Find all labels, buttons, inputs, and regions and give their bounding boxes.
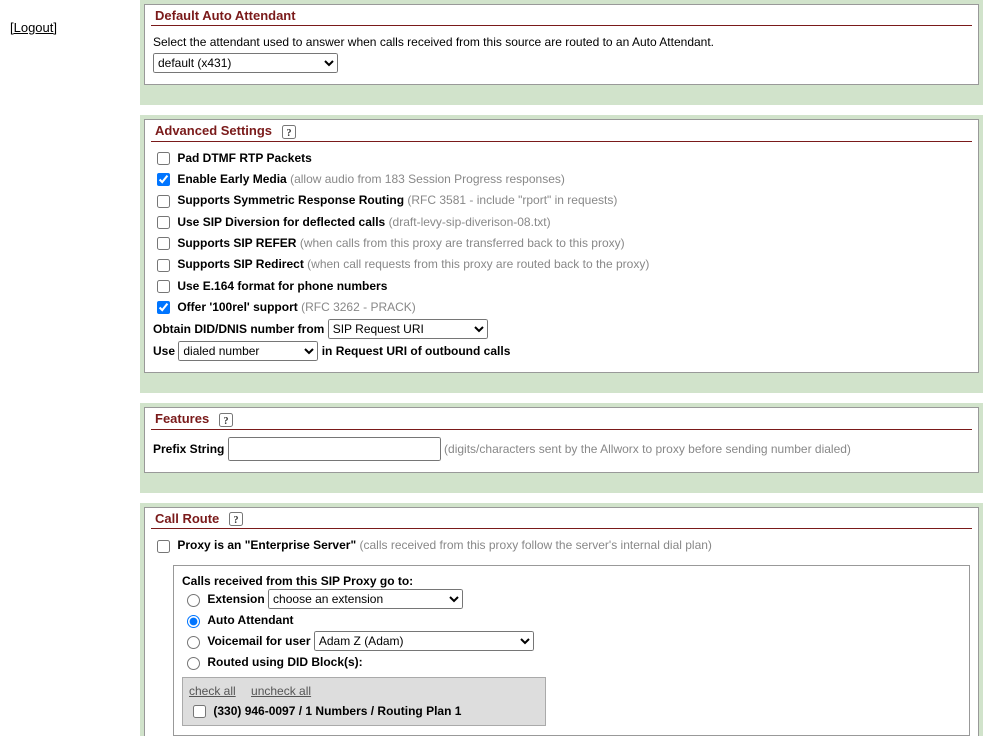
route-ext-radio[interactable] <box>187 594 200 607</box>
enterprise-checkbox[interactable] <box>157 540 170 553</box>
svg-text:?: ? <box>233 515 238 526</box>
svg-text:?: ? <box>223 416 228 427</box>
sym-resp-label: Supports Symmetric Response Routing <box>177 193 404 207</box>
did-item-checkbox[interactable] <box>193 705 206 718</box>
sym-resp-checkbox[interactable] <box>157 195 170 208</box>
advanced-header: Advanced Settings ? <box>151 120 972 142</box>
route-aa-label: Auto Attendant <box>207 613 293 627</box>
route-aa-radio[interactable] <box>187 615 200 628</box>
prefix-string-label: Prefix String <box>153 442 224 456</box>
sip-redirect-label: Supports SIP Redirect <box>177 257 303 271</box>
sip-refer-label: Supports SIP REFER <box>177 236 296 250</box>
use-dialed-prefix: Use <box>153 344 175 358</box>
route-did-label: Routed using DID Block(s): <box>207 655 362 669</box>
route-vm-select[interactable]: Adam Z (Adam) <box>314 631 534 651</box>
prefix-string-hint: (digits/characters sent by the Allworx t… <box>444 442 851 456</box>
early-media-hint: (allow audio from 183 Session Progress r… <box>290 172 565 186</box>
sip-refer-checkbox[interactable] <box>157 237 170 250</box>
help-icon[interactable]: ? <box>219 413 233 427</box>
sip-diversion-label: Use SIP Diversion for deflected calls <box>177 215 385 229</box>
prefix-string-input[interactable] <box>228 437 441 461</box>
default-aa-desc: Select the attendant used to answer when… <box>145 32 978 52</box>
calls-go-to-header: Calls received from this SIP Proxy go to… <box>182 574 961 588</box>
help-icon[interactable]: ? <box>282 125 296 139</box>
early-media-checkbox[interactable] <box>157 173 170 186</box>
pad-dtmf-label: Pad DTMF RTP Packets <box>177 151 311 165</box>
features-header: Features ? <box>151 408 972 430</box>
call-route-header: Call Route ? <box>151 508 972 530</box>
e164-label: Use E.164 format for phone numbers <box>177 279 387 293</box>
route-vm-radio[interactable] <box>187 636 200 649</box>
rel100-hint: (RFC 3262 - PRACK) <box>301 300 416 314</box>
help-icon[interactable]: ? <box>229 512 243 526</box>
did-item-label: (330) 946-0097 / 1 Numbers / Routing Pla… <box>213 704 461 718</box>
obtain-did-label: Obtain DID/DNIS number from <box>153 322 324 336</box>
sip-diversion-hint: (draft-levy-sip-diverison-08.txt) <box>389 215 551 229</box>
pad-dtmf-checkbox[interactable] <box>157 152 170 165</box>
enterprise-hint: (calls received from this proxy follow t… <box>360 538 712 552</box>
sip-redirect-hint: (when call requests from this proxy are … <box>307 257 649 271</box>
e164-checkbox[interactable] <box>157 280 170 293</box>
sip-redirect-checkbox[interactable] <box>157 259 170 272</box>
sip-refer-hint: (when calls from this proxy are transfer… <box>300 236 625 250</box>
logout-link[interactable]: [Logout] <box>10 20 57 35</box>
route-ext-label: Extension <box>207 592 264 606</box>
default-aa-select[interactable]: default (x431) <box>153 53 338 73</box>
sym-resp-hint: (RFC 3581 - include "rport" in requests) <box>407 193 617 207</box>
obtain-did-select[interactable]: SIP Request URI <box>328 319 488 339</box>
uncheck-all-link[interactable]: uncheck all <box>251 684 311 698</box>
check-all-link[interactable]: check all <box>189 684 236 698</box>
route-ext-select[interactable]: choose an extension <box>268 589 463 609</box>
svg-text:?: ? <box>286 128 291 139</box>
sip-diversion-checkbox[interactable] <box>157 216 170 229</box>
rel100-label: Offer '100rel' support <box>177 300 297 314</box>
route-did-radio[interactable] <box>187 657 200 670</box>
use-dialed-suffix: in Request URI of outbound calls <box>322 344 511 358</box>
default-aa-header: Default Auto Attendant <box>151 5 972 26</box>
rel100-checkbox[interactable] <box>157 301 170 314</box>
use-dialed-select[interactable]: dialed number <box>178 341 318 361</box>
route-vm-label: Voicemail for user <box>207 634 310 648</box>
early-media-label: Enable Early Media <box>177 172 286 186</box>
enterprise-label: Proxy is an "Enterprise Server" <box>177 538 356 552</box>
